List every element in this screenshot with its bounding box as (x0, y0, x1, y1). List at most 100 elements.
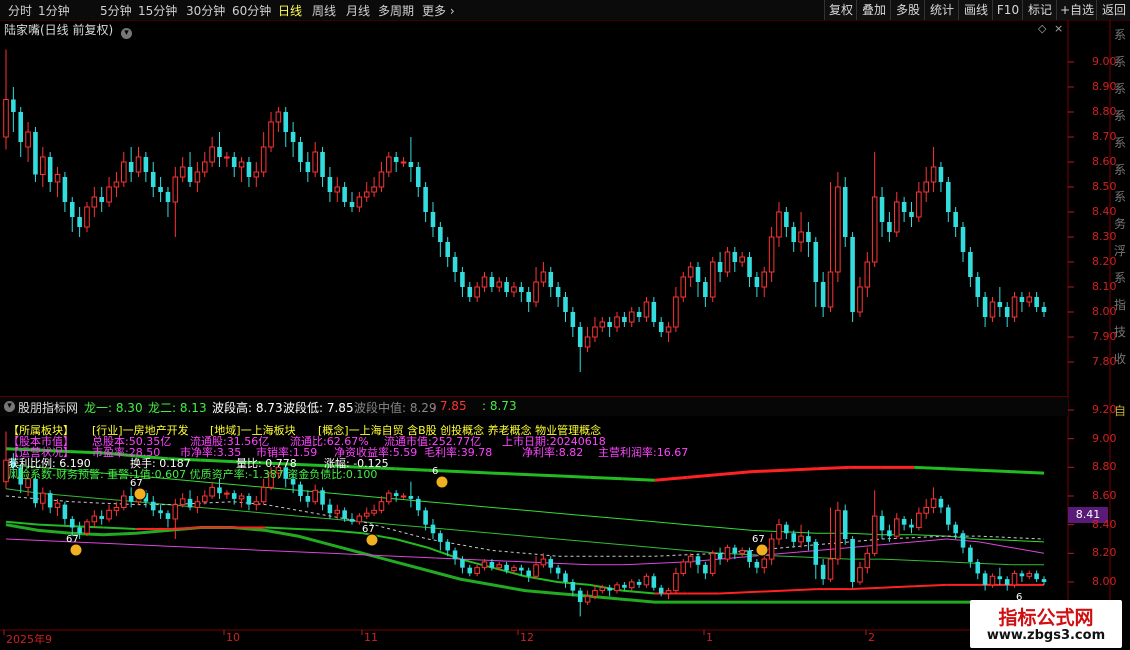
upper-band (979, 468, 1012, 474)
upper-band (460, 470, 493, 475)
main-candle-down (452, 257, 458, 272)
main-candle-up (84, 206, 90, 228)
main-candle-up (356, 196, 363, 208)
period-tab[interactable]: 30分钟 (186, 2, 225, 19)
indicator-name[interactable]: 股朋指标网 (18, 399, 78, 416)
signal-marker-icon (133, 487, 147, 501)
period-toolbar: 分时 1分钟 5分钟 15分钟 30分钟 60分钟 日线 周线 月线 多周期 更多 › 复权 叠加 多股统… (0, 0, 1130, 21)
toolbar-button[interactable]: 画线 (958, 0, 993, 20)
support-band (849, 586, 882, 591)
signal-marker-icon (755, 543, 769, 557)
period-tab[interactable]: 周线 (312, 2, 336, 19)
toolbar-button[interactable]: +自选 (1056, 0, 1097, 20)
sub-candle-up (386, 492, 392, 503)
toolbar-button[interactable]: 标记 (1022, 0, 1057, 20)
main-candle-up (673, 296, 679, 328)
main-candle-down (1041, 307, 1047, 312)
main-candle-up (864, 261, 871, 288)
sub-candle-up (798, 535, 804, 543)
period-tab[interactable]: 5分钟 (100, 2, 132, 19)
support-band (394, 538, 428, 549)
sub-candle-up (224, 492, 230, 495)
sub-candle-down (1034, 573, 1039, 580)
main-candle-down (423, 187, 428, 212)
toolbar-button[interactable]: F10 (992, 0, 1023, 20)
sub-candle-up (334, 509, 341, 514)
side-panel-char[interactable]: 系 (1114, 26, 1126, 43)
kline-chart[interactable]: 6767676676 (0, 20, 1130, 650)
sub-candle-down (504, 564, 509, 571)
period-tab[interactable]: 1分钟 (38, 2, 70, 19)
sub-candle-up (356, 515, 363, 523)
main-candle-down (938, 167, 944, 182)
main-candle-down (784, 212, 789, 227)
avg-line (5, 538, 1045, 566)
upper-band (719, 470, 753, 476)
sub-candle-down (806, 536, 811, 542)
sub-candle-up (106, 509, 112, 520)
period-tab[interactable]: 15分钟 (138, 2, 177, 19)
y-tick-label: 8.10 (1092, 280, 1117, 293)
sub-candle-down (349, 518, 355, 522)
toolbar-button[interactable]: 多股 (890, 0, 925, 20)
watermark-url: www.zbgs3.com (986, 628, 1106, 643)
sub-candle-up (930, 498, 937, 508)
period-tab[interactable]: 日线 (278, 2, 302, 19)
sub-candle-up (253, 501, 260, 506)
upper-band (622, 477, 655, 482)
main-candle-up (628, 311, 635, 323)
main-candle-down (460, 272, 465, 287)
main-candle-up (209, 146, 215, 163)
y-tick-label: 9.00 (1092, 55, 1117, 68)
upper-band (687, 473, 720, 479)
period-tab[interactable]: 月线 (346, 2, 370, 19)
chevron-down-icon[interactable]: ▾ (4, 401, 15, 412)
sub-candle-down (555, 567, 561, 574)
main-candle-down (158, 187, 163, 192)
band-mid-line (5, 495, 1045, 557)
period-tab[interactable]: 多周期 (378, 2, 414, 19)
sub-candle-up (614, 584, 620, 592)
period-tab[interactable]: 60分钟 (232, 2, 271, 19)
main-candle-down (813, 242, 819, 282)
main-candle-down (909, 212, 914, 217)
sub-candle-down (658, 587, 664, 594)
toolbar-button[interactable]: 复权 (824, 0, 857, 20)
main-candle-up (1011, 296, 1018, 318)
toolbar-button[interactable]: 返回 (1096, 0, 1130, 20)
main-candle-up (135, 156, 142, 173)
sub-candle-up (260, 486, 267, 503)
main-candle-down (806, 232, 811, 242)
sub-candle-up (709, 552, 716, 574)
sub-candle-up (363, 512, 370, 517)
main-candle-down (968, 252, 973, 277)
sub-candle-down (651, 576, 657, 588)
sub-candle-up (378, 501, 385, 511)
main-candle-down (445, 242, 450, 257)
sub-candle-up (643, 575, 650, 586)
main-candle-up (496, 281, 503, 288)
signal-marker-icon (435, 475, 449, 489)
sub-candle-down (489, 561, 495, 568)
upper-band (1011, 470, 1045, 475)
toolbar-button[interactable]: 叠加 (856, 0, 891, 20)
sub-candle-up (893, 518, 900, 537)
main-candle-up (614, 316, 620, 328)
period-tab[interactable]: 分时 (8, 2, 32, 19)
sub-candle-up (540, 558, 547, 566)
main-candle-down (577, 327, 583, 347)
main-candle-down (548, 272, 554, 287)
main-candle-up (371, 186, 377, 193)
period-tab[interactable]: 更多 › (422, 2, 455, 19)
sub-candle-up (916, 512, 922, 529)
y-tick-label: 8.60 (1092, 155, 1117, 168)
y-tick-label: 8.00 (1092, 575, 1117, 588)
main-candle-up (25, 131, 31, 148)
sub-candle-up (40, 492, 46, 504)
main-candle-down (570, 312, 576, 327)
main-candle-up (599, 321, 606, 328)
main-candle-up (113, 181, 120, 188)
support-band (330, 529, 363, 535)
main-candle-down (33, 132, 38, 175)
toolbar-button[interactable]: 统计 (924, 0, 959, 20)
